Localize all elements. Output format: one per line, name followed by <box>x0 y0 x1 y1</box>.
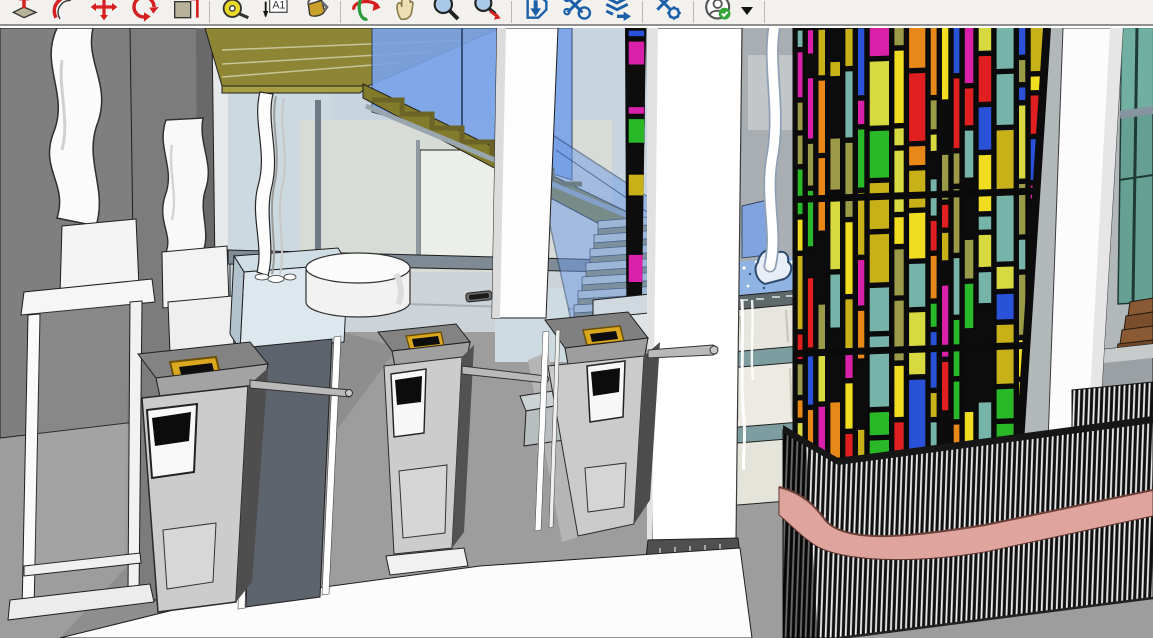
zoom-extents-icon[interactable] <box>468 0 504 24</box>
column-center <box>644 28 742 570</box>
offset-icon[interactable] <box>166 0 202 24</box>
paint-bucket-icon[interactable] <box>297 0 333 24</box>
account-avatar[interactable] <box>701 0 737 24</box>
zoom-icon[interactable] <box>428 0 464 24</box>
svg-text:A1: A1 <box>272 0 285 11</box>
extension-trim-icon[interactable] <box>559 0 595 24</box>
tape-measure-icon[interactable] <box>217 0 253 24</box>
toolbar-separator <box>693 1 694 23</box>
toolbar-separator <box>511 1 512 23</box>
account-dropdown-caret[interactable] <box>741 7 753 15</box>
toolbar-separator <box>209 1 210 23</box>
extension-download-icon[interactable] <box>519 0 555 24</box>
follow-me-icon[interactable] <box>46 0 82 24</box>
extension-export-icon[interactable] <box>599 0 635 24</box>
push-pull-icon[interactable] <box>6 0 42 24</box>
toolbar-separator <box>642 1 643 23</box>
move-icon[interactable] <box>86 0 122 24</box>
toolbar-separator <box>764 1 765 23</box>
rotate-icon[interactable] <box>126 0 162 24</box>
pan-icon[interactable] <box>388 0 424 24</box>
toolbar-separator <box>340 1 341 23</box>
extension-settings-icon[interactable] <box>650 0 686 24</box>
3d-viewport[interactable] <box>0 28 1153 638</box>
toolbar: A1 <box>0 0 1153 26</box>
orbit-icon[interactable] <box>348 0 384 24</box>
text-icon[interactable]: A1 <box>257 0 293 24</box>
column-left <box>492 28 558 318</box>
